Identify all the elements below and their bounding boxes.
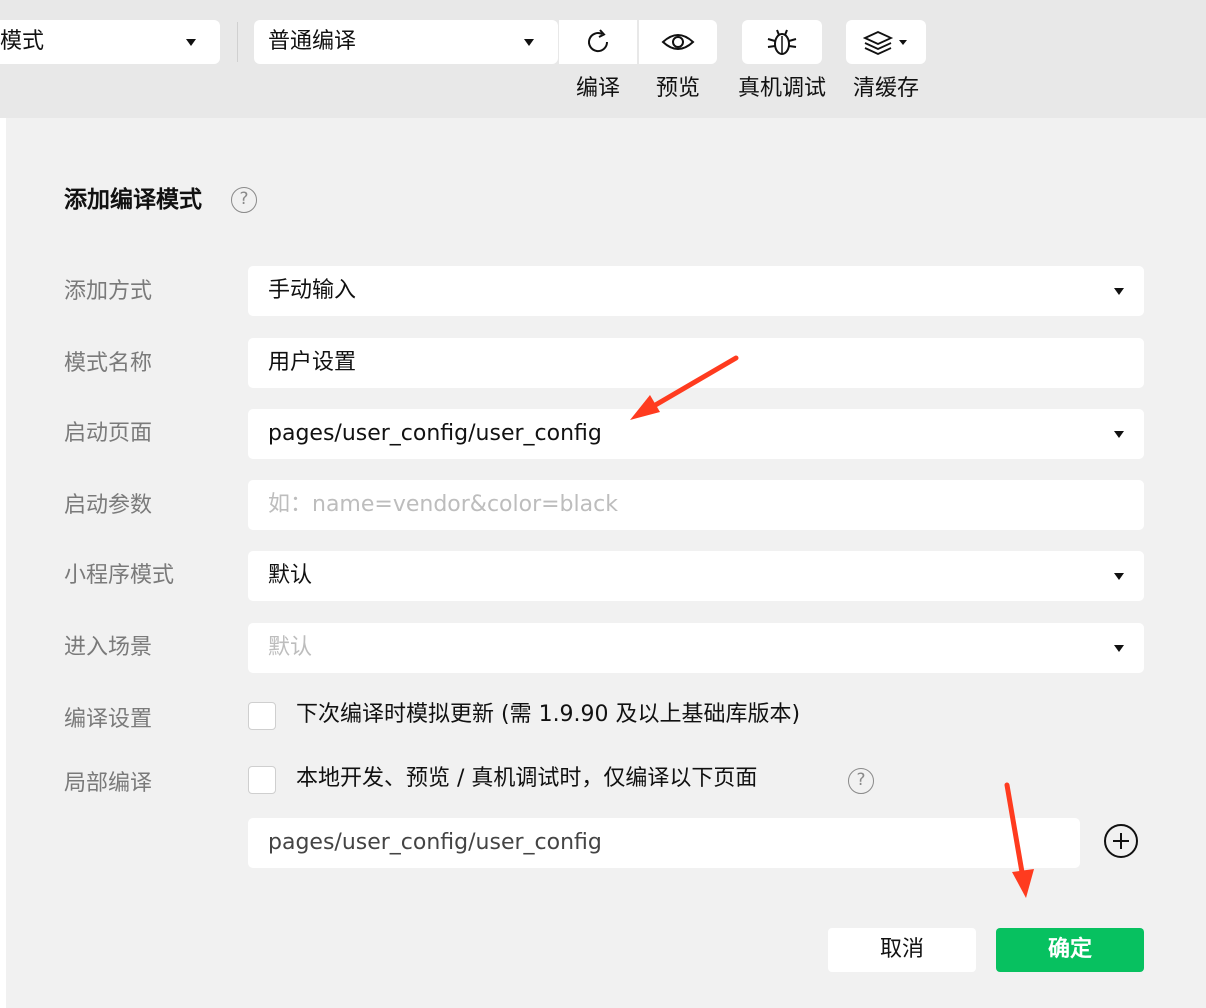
- chevron-down-icon: [1114, 645, 1124, 652]
- preview-button[interactable]: [639, 20, 717, 64]
- add-method-value: 手动输入: [268, 278, 357, 303]
- mini-program-mode-label: 小程序模式: [64, 563, 175, 588]
- eye-icon: [661, 34, 695, 50]
- chevron-down-icon: [1114, 573, 1124, 580]
- clear-cache-button[interactable]: [846, 20, 926, 64]
- partial-compile-checkbox[interactable]: [248, 766, 276, 794]
- partial-compile-page-input[interactable]: pages/user_config/user_config: [248, 818, 1080, 868]
- chevron-down-icon: [186, 39, 196, 46]
- mode-select[interactable]: 模式: [0, 20, 220, 64]
- add-compile-mode-dialog: 添加编译模式 ? 添加方式 手动输入 模式名称 用户设置 启动页面 pages/…: [6, 118, 1206, 1008]
- chevron-down-icon: [1114, 431, 1124, 438]
- cancel-button[interactable]: 取消: [828, 928, 976, 972]
- add-method-label: 添加方式: [64, 279, 153, 304]
- launch-params-input[interactable]: 如：name=vendor&color=black: [248, 480, 1144, 530]
- compile-settings-label: 编译设置: [64, 707, 153, 732]
- partial-compile-label: 局部编译: [64, 771, 153, 796]
- preview-label: 预览: [655, 76, 700, 101]
- remote-debug-label: 真机调试: [737, 76, 826, 101]
- launch-page-value: pages/user_config/user_config: [268, 421, 602, 446]
- bug-icon: [767, 29, 797, 55]
- compile-select[interactable]: 普通编译: [254, 20, 558, 64]
- chevron-down-icon: [1114, 288, 1124, 295]
- add-method-select[interactable]: 手动输入: [248, 266, 1144, 316]
- dialog-title: 添加编译模式: [64, 187, 202, 213]
- scene-placeholder: 默认: [268, 635, 313, 660]
- top-toolbar: 模式 普通编译 编译 预览 真机调试 清缓存: [0, 0, 1206, 118]
- mode-select-value: 模式: [0, 29, 45, 54]
- compile-button[interactable]: [559, 20, 637, 64]
- partial-compile-page-value: pages/user_config/user_config: [268, 830, 602, 855]
- compile-label: 编译: [575, 76, 620, 101]
- mode-name-input[interactable]: 用户设置: [248, 338, 1144, 388]
- scene-select[interactable]: 默认: [248, 623, 1144, 673]
- help-icon[interactable]: ?: [231, 187, 257, 213]
- mini-program-mode-value: 默认: [268, 563, 313, 588]
- remote-debug-button[interactable]: [742, 20, 822, 64]
- launch-params-label: 启动参数: [64, 493, 153, 518]
- layers-icon: [863, 31, 907, 55]
- clear-cache-label: 清缓存: [852, 76, 919, 101]
- chevron-down-icon: [524, 39, 534, 46]
- mode-name-value: 用户设置: [268, 350, 357, 375]
- scene-label: 进入场景: [64, 635, 153, 660]
- mini-program-mode-select[interactable]: 默认: [248, 551, 1144, 601]
- refresh-icon: [588, 29, 609, 53]
- partial-compile-help-icon[interactable]: ?: [848, 768, 874, 794]
- launch-page-select[interactable]: pages/user_config/user_config: [248, 409, 1144, 459]
- confirm-button[interactable]: 确定: [996, 928, 1144, 972]
- add-page-icon[interactable]: [1104, 824, 1138, 858]
- launch-params-placeholder: 如：name=vendor&color=black: [268, 492, 618, 517]
- compile-select-value: 普通编译: [268, 29, 357, 54]
- simulate-update-checkbox[interactable]: [248, 702, 276, 730]
- launch-page-label: 启动页面: [64, 421, 153, 446]
- partial-compile-text: 本地开发、预览 / 真机调试时，仅编译以下页面: [296, 766, 758, 791]
- toolbar-divider: [237, 22, 238, 62]
- mode-name-label: 模式名称: [64, 351, 153, 376]
- simulate-update-text: 下次编译时模拟更新 (需 1.9.90 及以上基础库版本): [296, 702, 801, 727]
